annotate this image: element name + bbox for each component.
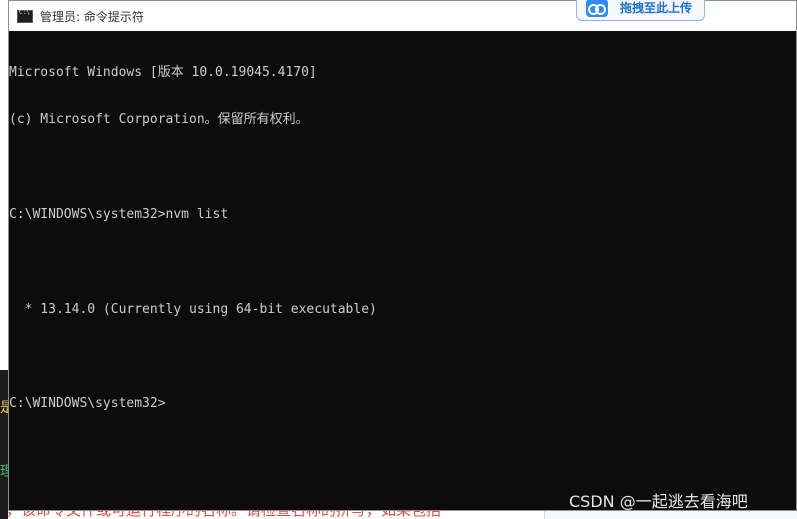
baidu-netdisk-icon <box>586 0 608 17</box>
console-line: C:\WINDOWS\system32>nvm list <box>9 206 229 222</box>
cmd-window[interactable]: 管理员: 命令提示符 Microsoft Windows [版本 10.0.19… <box>8 0 797 511</box>
drag-upload-button[interactable]: 拖拽至此上传 <box>576 0 705 21</box>
console-output[interactable]: Microsoft Windows [版本 10.0.19045.4170] (… <box>9 31 796 510</box>
console-line: Microsoft Windows [版本 10.0.19045.4170] <box>9 64 317 80</box>
console-line: * 13.14.0 (Currently using 64-bit execut… <box>9 301 377 317</box>
window-title: 管理员: 命令提示符 <box>40 9 144 24</box>
console-line: (c) Microsoft Corporation。保留所有权利。 <box>9 111 309 127</box>
console-prompt-line[interactable]: C:\WINDOWS\system32> <box>9 396 796 412</box>
upload-button-label: 拖拽至此上传 <box>620 1 693 15</box>
background-editor-strip <box>0 370 8 519</box>
cmd-icon <box>17 9 33 23</box>
csdn-watermark: CSDN @一起逃去看海吧 <box>569 492 748 511</box>
